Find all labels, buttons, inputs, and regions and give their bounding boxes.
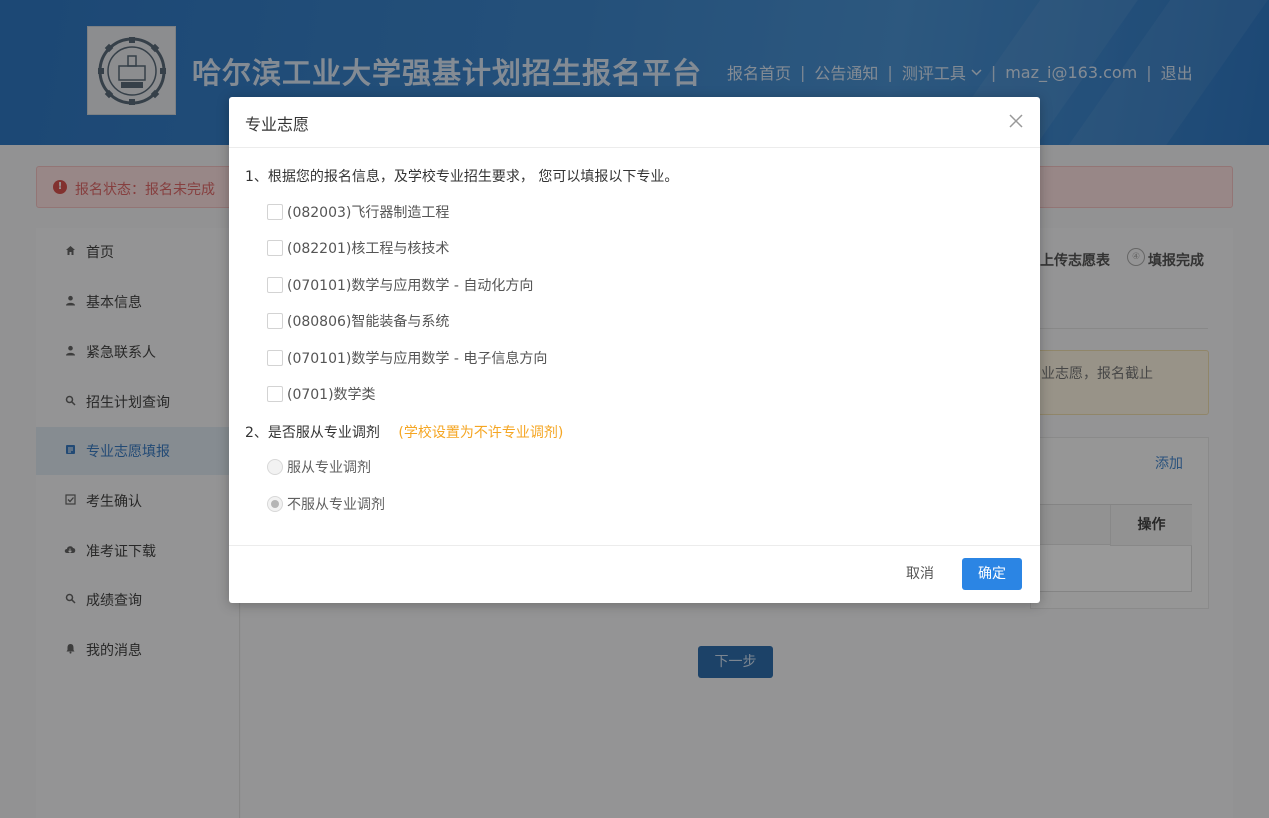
- confirm-button[interactable]: 确定: [962, 558, 1022, 590]
- major-checkbox-082003[interactable]: (082003)飞行器制造工程: [267, 203, 449, 221]
- checkbox[interactable]: [267, 277, 283, 293]
- radio-button[interactable]: [267, 459, 283, 475]
- major-checkbox-070101-electronics[interactable]: (070101)数学与应用数学 - 电子信息方向: [267, 349, 547, 367]
- major-label: (080806)智能装备与系统: [287, 314, 450, 330]
- major-checkbox-070101-automation[interactable]: (070101)数学与应用数学 - 自动化方向: [267, 276, 533, 294]
- cancel-button[interactable]: 取消: [894, 558, 946, 590]
- major-checkbox-082201[interactable]: (082201)核工程与核技术: [267, 239, 449, 257]
- major-label: (082003)飞行器制造工程: [287, 205, 450, 221]
- radio-accept-adjustment[interactable]: 服从专业调剂: [267, 458, 371, 476]
- major-checkbox-080806[interactable]: (080806)智能装备与系统: [267, 312, 449, 330]
- major-preference-dialog: 专业志愿 1、根据您的报名信息，及学校专业招生要求， 您可以填报以下专业。 (0…: [229, 97, 1040, 603]
- question-1: 1、根据您的报名信息，及学校专业招生要求， 您可以填报以下专业。: [245, 169, 679, 185]
- radio-label: 服从专业调剂: [287, 460, 371, 476]
- major-checkbox-0701[interactable]: (0701)数学类: [267, 385, 376, 403]
- major-label: (082201)核工程与核技术: [287, 241, 450, 257]
- checkbox[interactable]: [267, 240, 283, 256]
- question-2: 2、是否服从专业调剂 (学校设置为不许专业调剂): [245, 422, 563, 442]
- dialog-title: 专业志愿: [245, 115, 310, 134]
- dialog-footer-divider: [229, 545, 1040, 546]
- dialog-header: 专业志愿: [229, 97, 1040, 148]
- radio-button[interactable]: [267, 496, 283, 512]
- adjustment-hint: (学校设置为不许专业调剂): [398, 425, 564, 441]
- close-icon[interactable]: [1007, 112, 1025, 130]
- question-2-text: 2、是否服从专业调剂: [245, 425, 380, 441]
- major-label: (070101)数学与应用数学 - 自动化方向: [287, 278, 534, 294]
- radio-decline-adjustment[interactable]: 不服从专业调剂: [267, 495, 385, 513]
- radio-label: 不服从专业调剂: [287, 497, 385, 513]
- major-label: (0701)数学类: [287, 387, 376, 403]
- checkbox[interactable]: [267, 386, 283, 402]
- checkbox[interactable]: [267, 204, 283, 220]
- checkbox[interactable]: [267, 313, 283, 329]
- checkbox[interactable]: [267, 350, 283, 366]
- major-label: (070101)数学与应用数学 - 电子信息方向: [287, 351, 548, 367]
